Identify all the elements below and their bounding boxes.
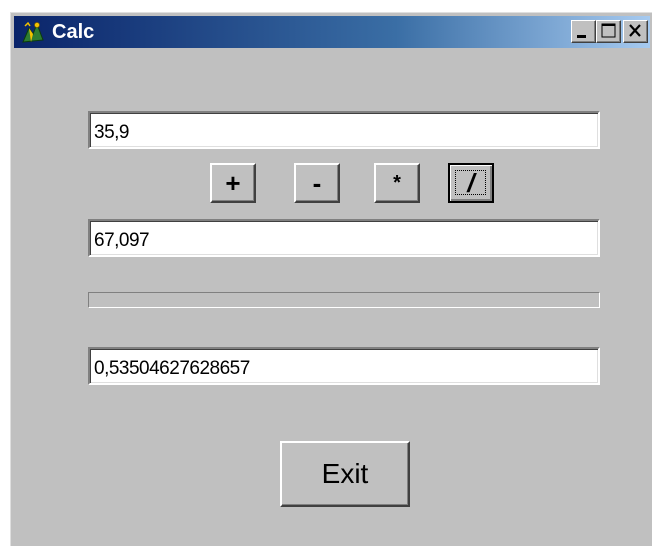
calc-window: Calc + - * / Exit (10, 12, 652, 546)
minimize-button[interactable] (571, 20, 596, 43)
calculator-app-icon[interactable] (20, 20, 46, 44)
maximize-icon (601, 23, 616, 38)
title-bar[interactable]: Calc (14, 16, 650, 48)
close-button[interactable] (623, 20, 648, 43)
operand-2-input[interactable] (88, 219, 600, 257)
focus-ring (455, 170, 486, 195)
window-title: Calc (52, 21, 95, 43)
divide-button[interactable]: / (448, 163, 494, 203)
exit-button[interactable]: Exit (280, 441, 410, 507)
minimize-icon (577, 35, 586, 38)
result-output[interactable] (88, 347, 600, 385)
multiply-button[interactable]: * (374, 163, 420, 203)
add-button[interactable]: + (210, 163, 256, 203)
progress-bar (88, 292, 600, 308)
operand-1-input[interactable] (88, 111, 600, 149)
close-icon (629, 24, 641, 37)
subtract-button[interactable]: - (294, 163, 340, 203)
maximize-button[interactable] (596, 20, 621, 43)
